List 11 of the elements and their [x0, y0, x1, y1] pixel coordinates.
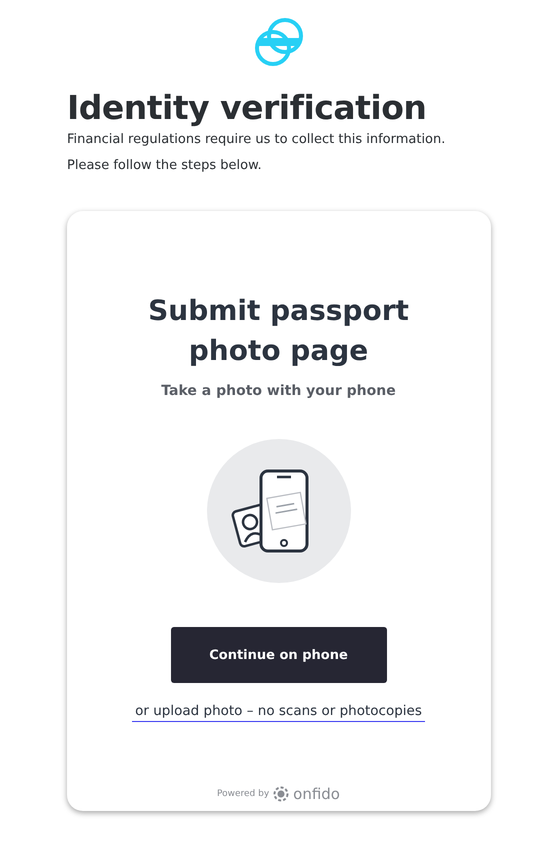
powered-by-text: Powered by — [216, 789, 270, 799]
brand-name: onfido — [293, 785, 340, 803]
description-text: Financial regulations require us to collect this information. — [67, 131, 446, 149]
continue-on-phone-button[interactable]: Continue on phone — [170, 627, 386, 683]
page-title: Identity verification — [67, 88, 428, 127]
description-text: Please follow the steps below. — [67, 157, 263, 175]
upload-photo-link[interactable]: or upload photo – no scans or photocopies — [132, 703, 425, 722]
logo-icon — [252, 16, 304, 68]
card-title: Submit passport photo page — [147, 293, 410, 369]
card-subtitle: Take a photo with your phone — [161, 383, 396, 399]
brand-logo-icon — [273, 786, 290, 802]
